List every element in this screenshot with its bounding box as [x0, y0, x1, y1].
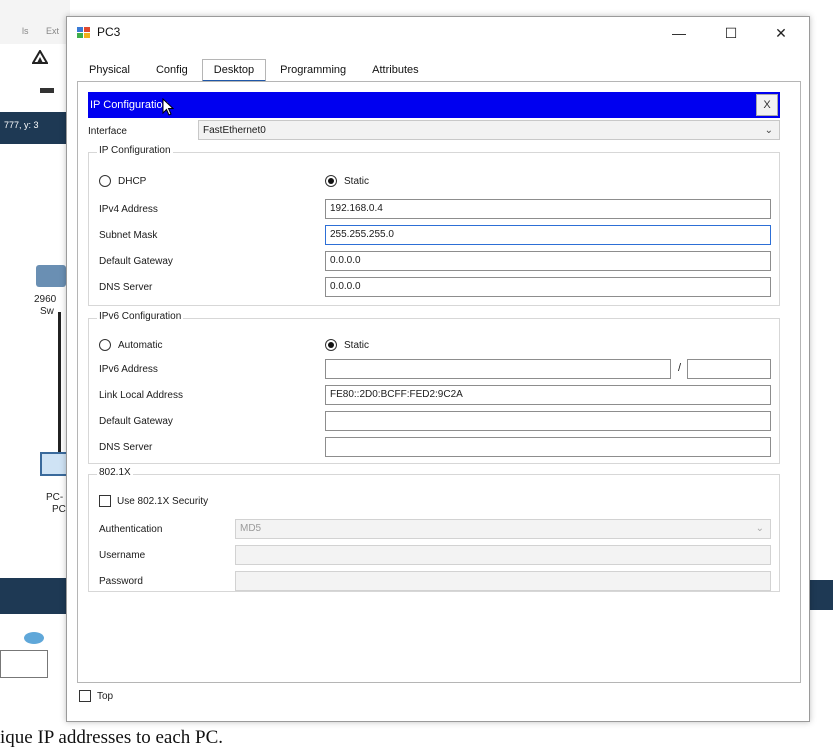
- bg-pc-label-2: PC: [52, 504, 66, 515]
- ipv4-group-title: IP Configuration: [97, 145, 173, 156]
- tab-programming[interactable]: Programming: [268, 59, 358, 80]
- bg-switch-label-2: Sw: [40, 306, 54, 317]
- bg-switch-label: 2960: [34, 294, 57, 305]
- dot1x-group-title: 802.1X: [97, 467, 133, 478]
- ipv4-address-input[interactable]: 192.168.0.4: [325, 199, 771, 219]
- interface-value: FastEthernet0: [203, 125, 266, 136]
- authentication-select: MD5 ⌄: [235, 519, 771, 539]
- radio-on-icon: [325, 339, 337, 351]
- use-dot1x-checkbox[interactable]: Use 802.1X Security: [99, 495, 208, 507]
- ipv6-group-title: IPv6 Configuration: [97, 311, 184, 322]
- top-label: Top: [97, 690, 114, 702]
- ipv6-static-radio[interactable]: Static: [325, 339, 369, 351]
- radio-off-icon: [99, 339, 111, 351]
- bg-cloud-icon[interactable]: [22, 628, 46, 646]
- ipv4-config-group: IP Configuration DHCP Static IPv4 Addres…: [88, 145, 780, 306]
- ipv6-static-label: Static: [344, 339, 370, 351]
- tab-attributes[interactable]: Attributes: [360, 59, 430, 80]
- ipv6-address-input[interactable]: [325, 359, 671, 379]
- interface-label: Interface: [88, 126, 127, 137]
- bg-switch-icon[interactable]: [36, 265, 66, 287]
- mouse-cursor-icon: [162, 98, 174, 116]
- authentication-label: Authentication: [99, 524, 163, 535]
- authentication-value: MD5: [240, 523, 262, 534]
- top-checkbox[interactable]: Top: [79, 690, 113, 702]
- close-window-button[interactable]: ✕: [761, 21, 801, 45]
- minimize-button[interactable]: —: [659, 21, 699, 45]
- link-local-label: Link Local Address: [99, 390, 183, 401]
- ipv6-gateway-input[interactable]: [325, 411, 771, 431]
- static-ipv4-radio[interactable]: Static: [325, 175, 369, 187]
- ipv4-gateway-input[interactable]: 0.0.0.0: [325, 251, 771, 271]
- use-dot1x-label: Use 802.1X Security: [117, 495, 209, 507]
- dot1x-group: 802.1X Use 802.1X Security Authenticatio…: [88, 467, 780, 592]
- chevron-down-icon: ⌄: [764, 125, 773, 136]
- tab-config[interactable]: Config: [144, 59, 200, 80]
- maximize-button[interactable]: ☐: [711, 21, 751, 45]
- checkbox-unchecked-icon: [79, 690, 91, 702]
- ip-config-close-button[interactable]: X: [756, 94, 778, 116]
- pc3-window: PC3 — ☐ ✕ Physical Config Desktop Progra…: [66, 16, 810, 722]
- bg-menu-tools[interactable]: ls: [22, 26, 29, 36]
- link-local-input[interactable]: FE80::2D0:BCFF:FED2:9C2A: [325, 385, 771, 405]
- bg-panel-strip: [0, 578, 66, 614]
- ip-config-titlebar: IP Configuration: [88, 92, 780, 118]
- ipv6-automatic-radio[interactable]: Automatic: [99, 339, 162, 351]
- ipv6-gateway-label: Default Gateway: [99, 416, 173, 427]
- dhcp-label: DHCP: [118, 175, 147, 187]
- dhcp-radio[interactable]: DHCP: [99, 175, 146, 187]
- bg-pc-label: PC-: [46, 492, 64, 503]
- bg-toolbar-icon-2[interactable]: [40, 88, 54, 93]
- prefix-separator: /: [678, 362, 682, 374]
- password-label: Password: [99, 576, 143, 587]
- ipv4-dns-input[interactable]: 0.0.0.0: [325, 277, 771, 297]
- chevron-down-icon: ⌄: [755, 523, 764, 534]
- ipv6-config-group: IPv6 Configuration Automatic Static IPv6…: [88, 311, 780, 464]
- window-titlebar[interactable]: PC3 — ☐ ✕: [67, 17, 809, 49]
- tab-physical[interactable]: Physical: [77, 59, 142, 80]
- tab-desktop[interactable]: Desktop: [201, 59, 267, 82]
- static-ipv4-label: Static: [344, 175, 370, 187]
- packet-tracer-app-icon: [77, 27, 90, 38]
- subnet-mask-input[interactable]: 255.255.255.0: [325, 225, 771, 245]
- background-menubar: ls Ext: [0, 0, 70, 44]
- radio-on-icon: [325, 175, 337, 187]
- bg-menu-extensions[interactable]: Ext: [46, 26, 59, 36]
- bg-coords-text: 777, y: 3: [4, 120, 39, 130]
- bg-pc-icon[interactable]: [40, 452, 68, 476]
- ipv6-dns-label: DNS Server: [99, 442, 153, 453]
- bg-toolbar-icon[interactable]: [32, 50, 48, 64]
- ipv6-dns-input[interactable]: [325, 437, 771, 457]
- subnet-mask-label: Subnet Mask: [99, 230, 158, 241]
- interface-select[interactable]: FastEthernet0 ⌄: [198, 120, 780, 140]
- username-input: [235, 545, 771, 565]
- bg-right-strip: [808, 580, 833, 610]
- password-input: [235, 571, 771, 591]
- desktop-panel: IP Configuration X Interface FastEtherne…: [77, 81, 801, 683]
- ipv6-automatic-label: Automatic: [118, 339, 163, 351]
- ipv4-dns-label: DNS Server: [99, 282, 153, 293]
- window-title: PC3: [97, 25, 121, 39]
- ipv4-address-label: IPv4 Address: [99, 204, 158, 215]
- ipv4-gateway-label: Default Gateway: [99, 256, 173, 267]
- document-caption: ique IP addresses to each PC.: [0, 727, 224, 748]
- radio-off-icon: [99, 175, 111, 187]
- device-tabs: Physical Config Desktop Programming Attr…: [77, 59, 433, 82]
- ipv6-prefix-input[interactable]: [687, 359, 771, 379]
- username-label: Username: [99, 550, 146, 561]
- ip-config-title: IP Configuration: [90, 99, 169, 111]
- bg-cable: [58, 312, 61, 452]
- ipv6-address-label: IPv6 Address: [99, 364, 158, 375]
- bg-coords-strip: 777, y: 3: [0, 112, 66, 144]
- bg-input-box[interactable]: [0, 650, 48, 678]
- checkbox-unchecked-icon: [99, 495, 111, 507]
